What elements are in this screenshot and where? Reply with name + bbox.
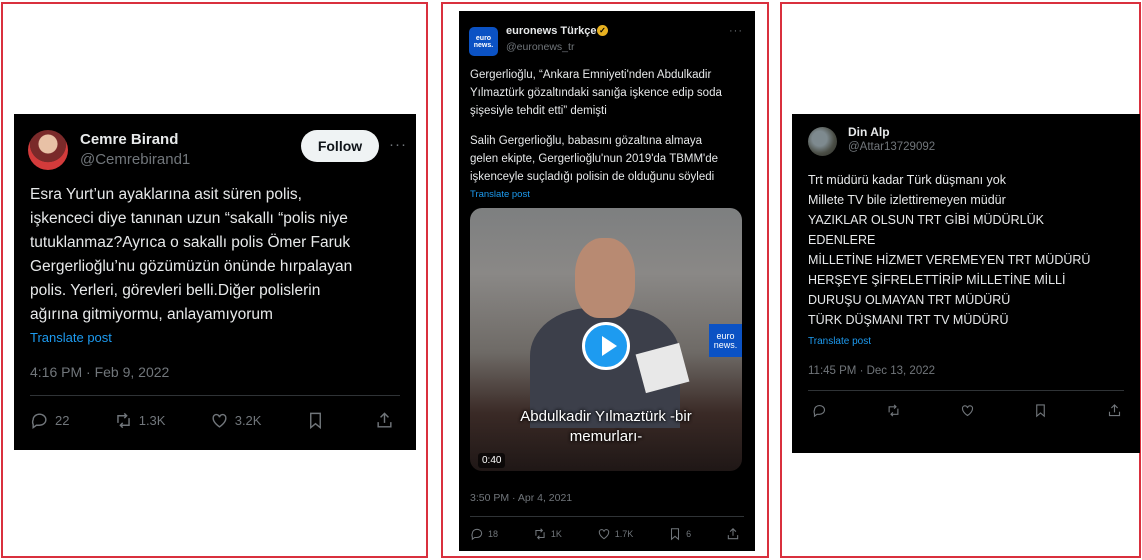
bookmark-button[interactable] xyxy=(306,411,331,430)
tweet-card: Cemre Birand @Cemrebirand1 Follow ··· Es… xyxy=(14,114,416,450)
author-name[interactable]: Cemre Birand xyxy=(80,131,178,148)
reply-icon xyxy=(813,404,826,418)
share-icon xyxy=(727,528,739,540)
screenshot-panel-3: Din Alp @Attar13729092 Trt müdürü kadar … xyxy=(780,2,1141,558)
heart-icon xyxy=(961,405,973,417)
video-subtitle: Abdulkadir Yılmaztürk -bir xyxy=(520,408,692,425)
reply-button[interactable]: 18 xyxy=(470,527,498,541)
more-options-icon[interactable]: ··· xyxy=(389,136,407,153)
like-button[interactable] xyxy=(960,403,975,418)
divider xyxy=(470,516,744,517)
translate-post-link[interactable]: Translate post xyxy=(470,189,530,200)
video-subtitle: memurları- xyxy=(569,428,643,445)
reply-icon xyxy=(471,528,483,541)
divider xyxy=(808,390,1124,391)
euronews-logo: euro news. xyxy=(709,324,742,357)
tweet-text-line: EDENLERE xyxy=(808,233,876,247)
translate-post-link[interactable]: Translate post xyxy=(808,336,871,347)
heart-icon xyxy=(212,413,227,428)
tweet-card: Din Alp @Attar13729092 Trt müdürü kadar … xyxy=(792,114,1140,453)
repost-icon xyxy=(535,528,545,540)
action-bar: 18 1K 1.7K 6 xyxy=(470,527,744,541)
more-options-icon[interactable]: ··· xyxy=(729,25,743,37)
play-button-icon[interactable] xyxy=(582,322,630,370)
reply-count: 18 xyxy=(488,529,499,539)
screenshot-panel-2: euro news. euronews Türkçe ✓ @euronews_t… xyxy=(441,2,769,558)
tweet-text-line: TÜRK DÜŞMANI TRT TV MÜDÜRÜ xyxy=(808,313,1009,327)
repost-button[interactable] xyxy=(886,403,901,418)
share-icon xyxy=(1108,404,1121,417)
tweet-text-line: tutuklanmaz?Ayrıca o sakallı polis Ömer … xyxy=(30,234,351,251)
share-button[interactable] xyxy=(375,411,400,430)
repost-icon xyxy=(888,404,899,417)
author-name[interactable]: Din Alp xyxy=(848,125,890,139)
avatar[interactable] xyxy=(28,130,68,170)
share-button[interactable] xyxy=(1107,403,1122,418)
tweet-text-line: gelen ekipte, Gergerlioğlu'nun 2019'da T… xyxy=(470,153,719,165)
like-count: 1.7K xyxy=(614,529,634,539)
tweet-text-line: polis. Yerleri, görevleri belli.Diğer po… xyxy=(30,282,321,299)
reply-icon xyxy=(31,413,47,430)
bookmark-icon xyxy=(1036,404,1046,418)
action-bar xyxy=(812,403,1122,418)
heart-icon xyxy=(598,529,609,540)
timestamp[interactable]: 11:45 PM · Dec 13, 2022 xyxy=(808,365,935,377)
reply-button[interactable]: 22 xyxy=(30,411,69,430)
like-count: 3.2K xyxy=(234,413,262,428)
follow-button[interactable]: Follow xyxy=(301,130,379,162)
tweet-text-line: Millete TV bile izlettiremeyen müdür xyxy=(808,193,1006,207)
tweet-text-line: Esra Yurt’un ayaklarına asit süren polis… xyxy=(30,186,302,203)
reply-button[interactable] xyxy=(812,403,827,418)
tweet-text-line: YAZIKLAR OLSUN TRT GİBİ MÜDÜRLÜK xyxy=(808,213,1044,227)
reply-count: 22 xyxy=(55,413,70,428)
share-icon xyxy=(377,412,392,428)
repost-icon xyxy=(116,412,130,429)
repost-count: 1K xyxy=(550,529,562,539)
timestamp[interactable]: 4:16 PM · Feb 9, 2022 xyxy=(30,364,169,380)
bookmark-count: 6 xyxy=(686,529,692,539)
verified-badge-icon: ✓ xyxy=(597,25,608,36)
action-bar: 22 1.3K 3.2K xyxy=(30,411,400,430)
repost-count: 1.3K xyxy=(138,413,166,428)
translate-post-link[interactable]: Translate post xyxy=(30,330,112,345)
like-button[interactable]: 3.2K xyxy=(210,411,262,430)
screenshot-panel-1: Cemre Birand @Cemrebirand1 Follow ··· Es… xyxy=(1,2,428,558)
repost-button[interactable]: 1K xyxy=(533,527,562,541)
tweet-text-line: Yılmaztürk gözaltındaki sanığa işkence e… xyxy=(470,87,722,99)
bookmark-icon xyxy=(671,528,680,541)
tweet-text-line: işkenceyle suçladığı polisin de olduğunu… xyxy=(470,171,715,183)
tweet-text-line: şişesiyle tehdit etti” demişti xyxy=(470,105,607,117)
tweet-text-line: Trt müdürü kadar Türk düşmanı yok xyxy=(808,173,1006,187)
divider xyxy=(30,395,400,396)
tweet-text-line: işkenceci diye tanınan uzun “sakallı “po… xyxy=(30,210,348,227)
video-duration: 0:40 xyxy=(478,453,506,468)
tweet-text-line: ağırına gitmiyormu, anlayamıyorum xyxy=(30,306,273,323)
tweet-text-line: DURUŞU OLMAYAN TRT MÜDÜRÜ xyxy=(808,293,1011,307)
tweet-text-line: MİLLETİNE HİZMET VEREMEYEN TRT MÜDÜRÜ xyxy=(808,253,1091,267)
share-button[interactable] xyxy=(726,527,744,541)
video-player[interactable]: euro news. Abdulkadir Yılmaztürk -bir me… xyxy=(470,208,742,471)
author-handle[interactable]: @Cemrebirand1 xyxy=(80,151,190,168)
bookmark-icon xyxy=(309,412,321,430)
timestamp[interactable]: 3:50 PM · Apr 4, 2021 xyxy=(470,492,572,504)
author-name[interactable]: euronews Türkçe xyxy=(506,25,596,37)
bookmark-button[interactable] xyxy=(1033,403,1048,418)
bookmark-button[interactable]: 6 xyxy=(668,527,691,541)
repost-button[interactable]: 1.3K xyxy=(114,411,166,430)
author-handle[interactable]: @euronews_tr xyxy=(506,41,574,53)
tweet-text-line: Gergerlioğlu, “Ankara Emniyeti'nden Abdu… xyxy=(470,69,712,81)
tweet-text-line: Salih Gergerlioğlu, babasını gözaltına a… xyxy=(470,135,703,147)
author-handle[interactable]: @Attar13729092 xyxy=(848,141,935,153)
tweet-text-line: HERŞEYE ŞİFRELETTİRİP MİLLETİNE MİLLİ xyxy=(808,273,1066,287)
tweet-card: euro news. euronews Türkçe ✓ @euronews_t… xyxy=(459,11,755,551)
video-frame-figure xyxy=(575,238,635,318)
tweet-text-line: Gergerlioğlu’nu gözümüzün önünde hırpala… xyxy=(30,258,353,275)
avatar[interactable] xyxy=(808,127,837,156)
like-button[interactable]: 1.7K xyxy=(597,527,634,541)
avatar[interactable]: euro news. xyxy=(469,27,498,56)
